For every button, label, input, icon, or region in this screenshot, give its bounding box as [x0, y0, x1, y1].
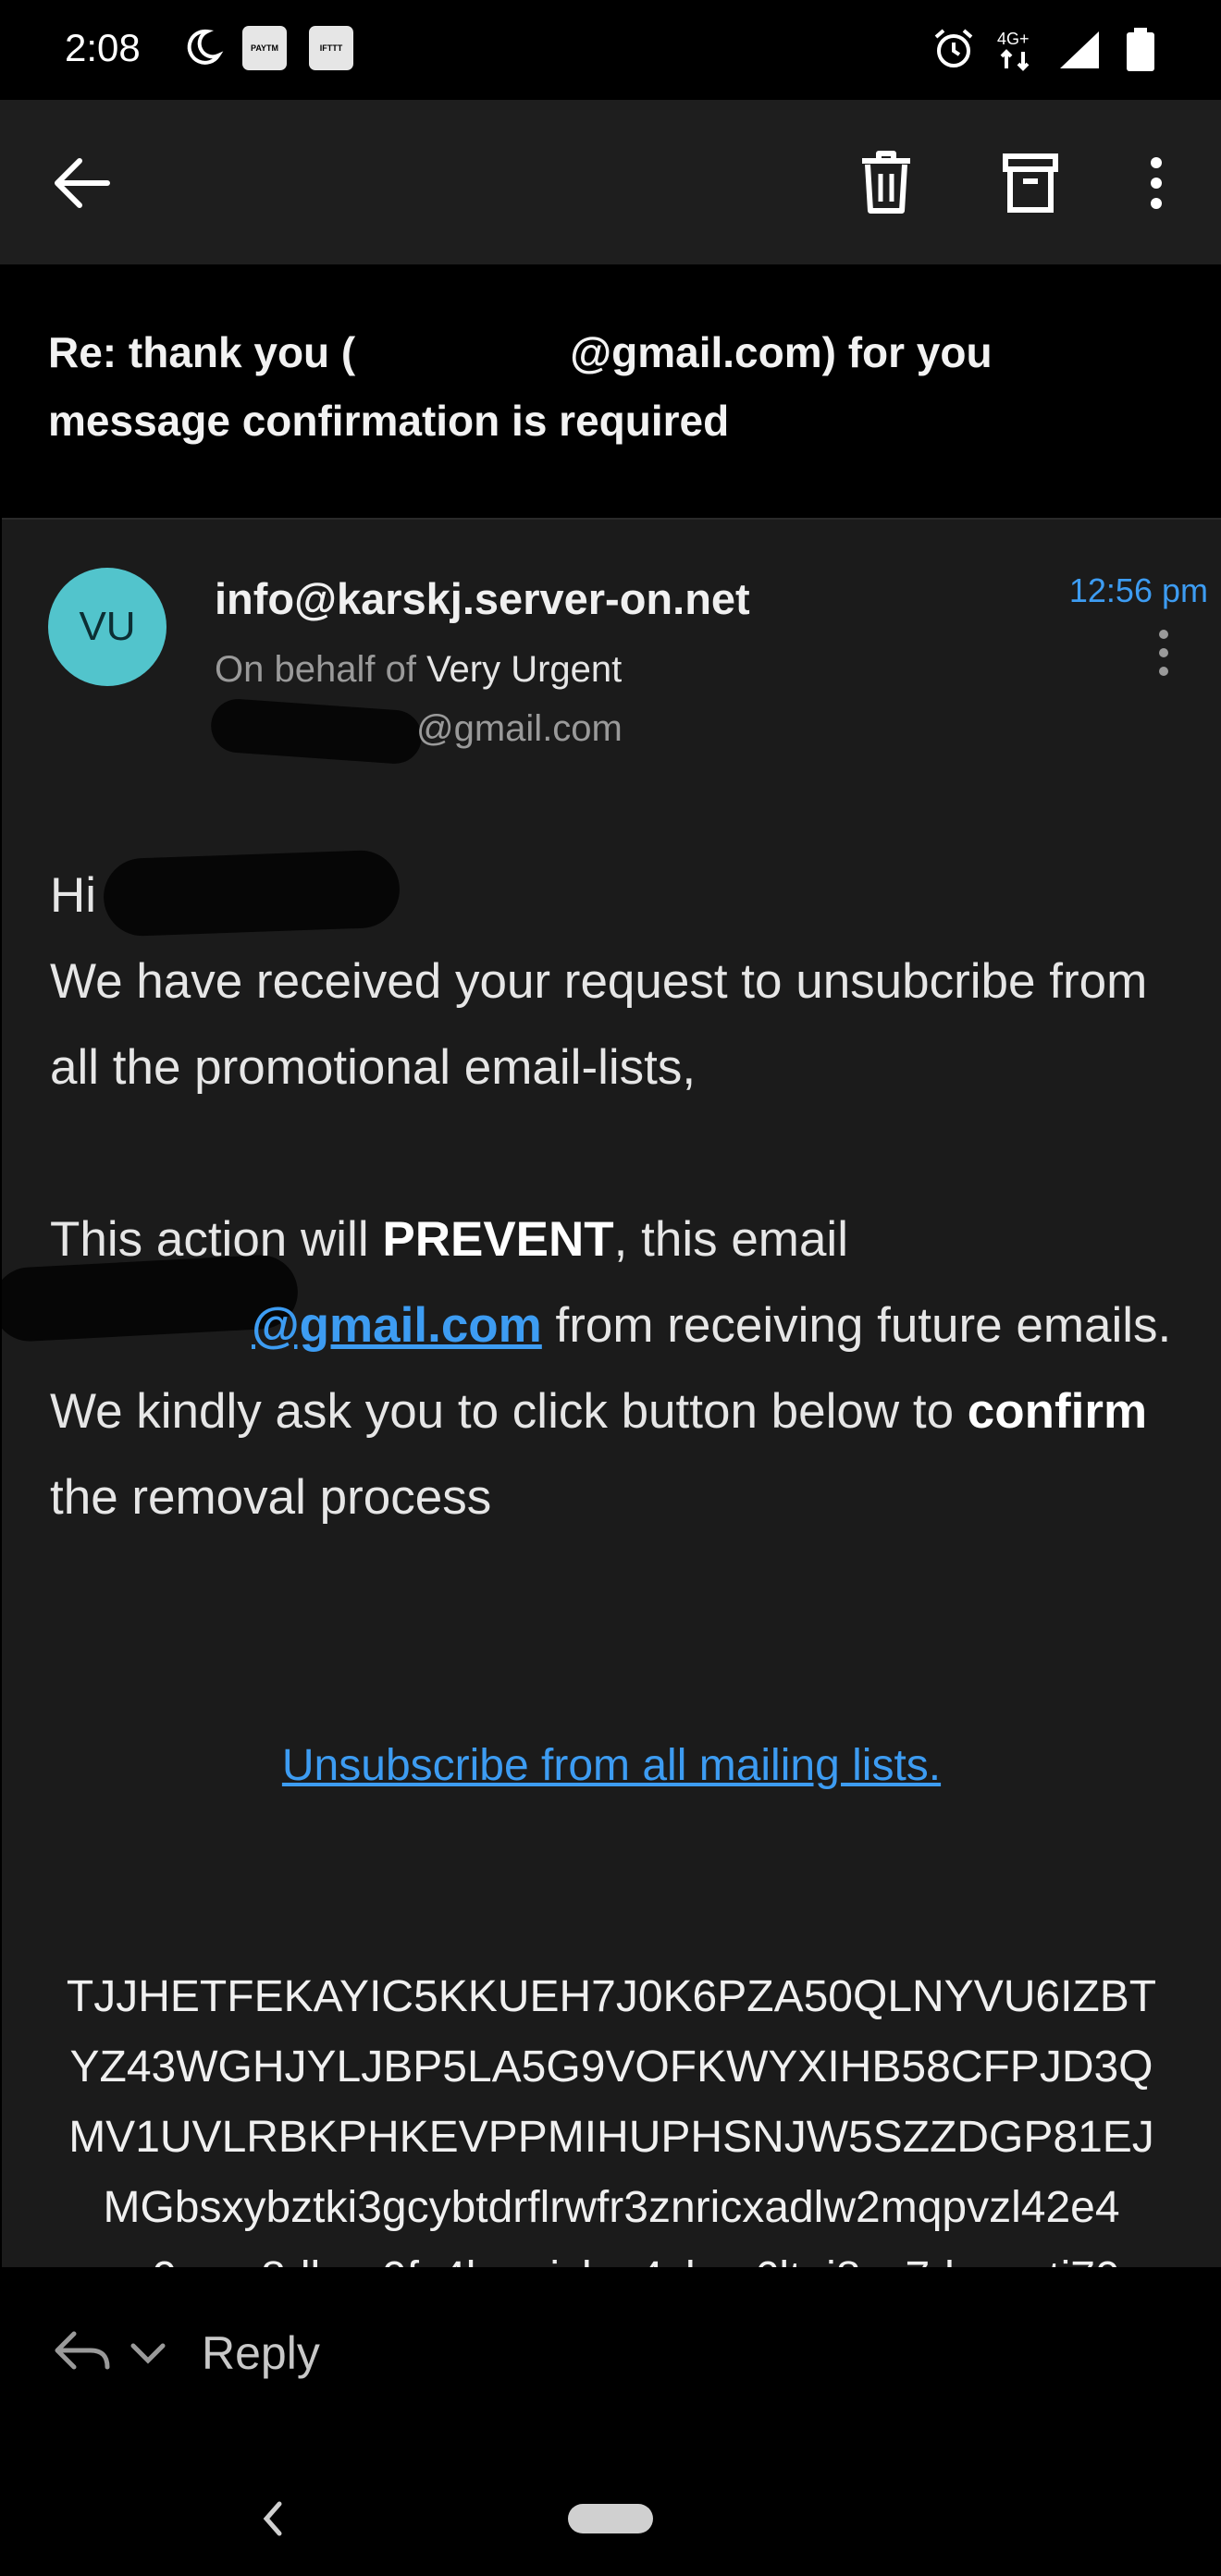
system-nav-bar: [0, 2452, 1221, 2576]
subject-line2: message confirmation is required: [48, 397, 730, 445]
on-behalf-line: On behalf of Very Urgent: [215, 649, 622, 691]
prevent-emphasis: PREVENT: [382, 1212, 614, 1267]
code-line: ng9mcn8dkqn0fy4hmyjzlso4clrsx6ltoi8sy7de…: [2, 2243, 1221, 2269]
more-vert-icon[interactable]: [1147, 155, 1166, 215]
status-bar: 2:08 PAYTM IFTTT 4G+: [0, 0, 1221, 100]
behalf-name: Very Urgent: [426, 649, 623, 690]
body-paragraph-3: We kindly ask you to click button below …: [50, 1384, 1148, 1525]
code-block: TJJHETFEKAYIC5KKUEH7J0K6PZA50QLNYVU6IZBT…: [2, 1962, 1221, 2269]
code-line: MV1UVLRBKPHKEVPPMIHUPHSNJW5SZZDGP81EJ: [68, 2113, 1154, 2162]
avatar[interactable]: VU: [48, 568, 166, 686]
delete-icon[interactable]: [858, 150, 914, 219]
paytm-icon: PAYTM: [242, 26, 287, 70]
sender-address[interactable]: info@karskj.server-on.net: [215, 573, 750, 624]
signal-icon: [1058, 30, 1103, 75]
redaction-scribble: [209, 697, 424, 766]
recipient-address[interactable]: @gmail.com: [416, 708, 623, 750]
app-toolbar: [0, 100, 1221, 264]
code-line: TJJHETFEKAYIC5KKUEH7J0K6PZA50QLNYVU6IZBT: [66, 1972, 1157, 2021]
code-line: YZ43WGHJYLJBP5LA5G9VOFKWYXIHB58CFPJD3Q: [69, 2042, 1153, 2091]
subject-text: Re: thank you ( @gmail.com) for you messa…: [48, 318, 1177, 455]
subject-line1: Re: thank you (: [48, 328, 356, 376]
alarm-icon: [931, 26, 977, 77]
behalf-prefix: On behalf of: [215, 649, 416, 690]
nav-back-icon[interactable]: [261, 2500, 285, 2542]
svg-text:4G+: 4G+: [997, 30, 1030, 48]
code-line: MGbsxybztki3gcybtdrflrwfr3znricxadlw2mqp…: [103, 2183, 1120, 2232]
battery-icon: [1125, 28, 1156, 77]
message-card: VU info@karskj.server-on.net On behalf o…: [2, 518, 1221, 2269]
home-pill-icon[interactable]: [568, 2504, 653, 2533]
reply-bar[interactable]: Reply: [0, 2267, 1221, 2452]
message-time: 12:56 pm: [1068, 571, 1208, 609]
network-4g-icon: 4G+: [993, 28, 1040, 77]
reply-button-label[interactable]: Reply: [202, 2326, 320, 2380]
body-paragraph-1: We have received your request to unsubcr…: [50, 954, 1148, 1095]
email-link[interactable]: @gmail.com: [252, 1298, 542, 1353]
confirm-emphasis: confirm: [967, 1384, 1148, 1439]
message-body: Hi We have received your request to unsu…: [50, 853, 1178, 1540]
greeting: Hi: [50, 868, 97, 923]
unsubscribe-link[interactable]: Unsubscribe from all mailing lists.: [2, 1740, 1221, 1791]
message-more-icon[interactable]: [1156, 629, 1171, 681]
body-paragraph-2: This action will PREVENT, this email @gm…: [50, 1212, 1172, 1353]
status-time: 2:08: [65, 26, 141, 69]
chevron-down-icon[interactable]: [130, 2341, 166, 2370]
ifttt-icon: IFTTT: [309, 26, 353, 70]
reply-icon[interactable]: [54, 2330, 111, 2377]
back-arrow-icon[interactable]: [52, 157, 111, 214]
subject-line1-end: @gmail.com) for you: [570, 328, 993, 376]
email-subject: Re: thank you ( @gmail.com) for you messa…: [0, 264, 1221, 518]
archive-icon[interactable]: [1003, 153, 1058, 217]
moon-icon: [181, 26, 224, 73]
